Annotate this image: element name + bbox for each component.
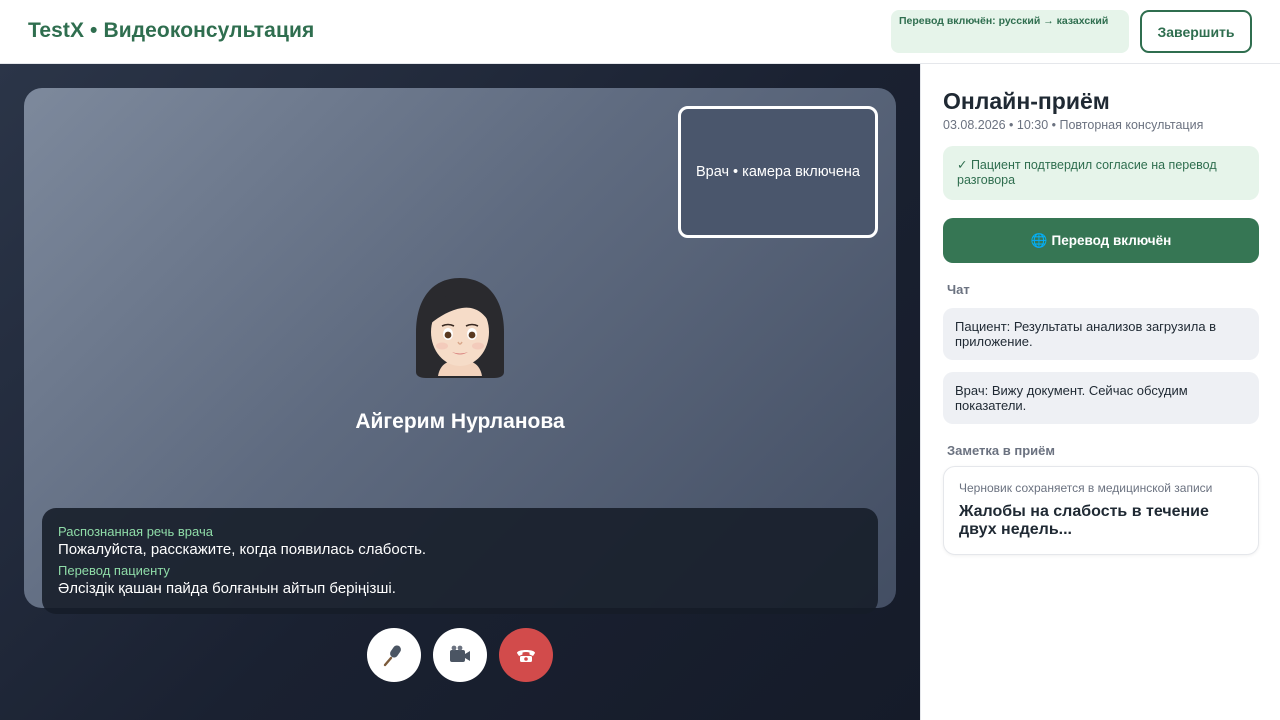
call-controls: [367, 628, 553, 682]
consultation-sidebar: Онлайн-приём 03.08.2026 • 10:30 • Повтор…: [920, 64, 1280, 720]
patient-avatar-icon: [416, 278, 504, 378]
translation-label: Перевод пациенту: [58, 563, 170, 578]
live-captions-panel: Распознанная речь врача Пожалуйста, расс…: [42, 508, 878, 614]
chat-heading: Чат: [947, 282, 970, 297]
patient-name: Айгерим Нурланова: [355, 410, 565, 433]
note-heading: Заметка в приём: [947, 443, 1055, 458]
appointment-meta: 03.08.2026 • 10:30 • Повторная консульта…: [943, 118, 1204, 132]
note-text: Жалобы на слабость в течение двух недель…: [959, 503, 1209, 538]
microphone-icon: [383, 645, 401, 667]
doctor-self-view[interactable]: Врач • камера включена: [678, 106, 878, 238]
video-stage: Врач • камера включена Айгерим Нурланова…: [0, 64, 920, 720]
video-camera-icon: [450, 645, 470, 662]
recognized-speech-label: Распознанная речь врача: [58, 524, 213, 539]
note-hint: Черновик сохраняется в медицинской запис…: [959, 481, 1213, 495]
globe-icon: 🌐: [1030, 232, 1048, 248]
app-title: TestX • Видеоконсультация: [28, 19, 315, 42]
microphone-button[interactable]: [367, 628, 421, 682]
end-consultation-button[interactable]: Завершить: [1140, 10, 1252, 53]
recognized-speech-text: Пожалуйста, расскажите, когда появилась …: [58, 541, 427, 558]
end-call-button[interactable]: [499, 628, 553, 682]
translation-toggle-button[interactable]: 🌐 Перевод включён: [943, 218, 1259, 263]
translation-status-badge: Перевод включён: русский → казахский: [891, 10, 1129, 53]
translation-text: Әлсіздік қашан пайда болғанын айтып бері…: [58, 580, 396, 597]
self-view-label: Врач • камера включена: [695, 164, 860, 180]
translation-toggle-label: Перевод включён: [1051, 233, 1172, 248]
appointment-note-editor[interactable]: Черновик сохраняется в медицинской запис…: [943, 466, 1259, 555]
top-header: TestX • Видеоконсультация Перевод включё…: [0, 0, 1280, 64]
camera-button[interactable]: [433, 628, 487, 682]
phone-icon: [517, 650, 535, 662]
consent-notice: ✓ Пациент подтвердил согласие на перевод…: [943, 146, 1259, 200]
chat-message: Врач: Вижу документ. Сейчас обсудим пока…: [943, 372, 1259, 424]
page-title: Онлайн-приём: [943, 88, 1110, 114]
chat-message: Пациент: Результаты анализов загрузила в…: [943, 308, 1259, 360]
